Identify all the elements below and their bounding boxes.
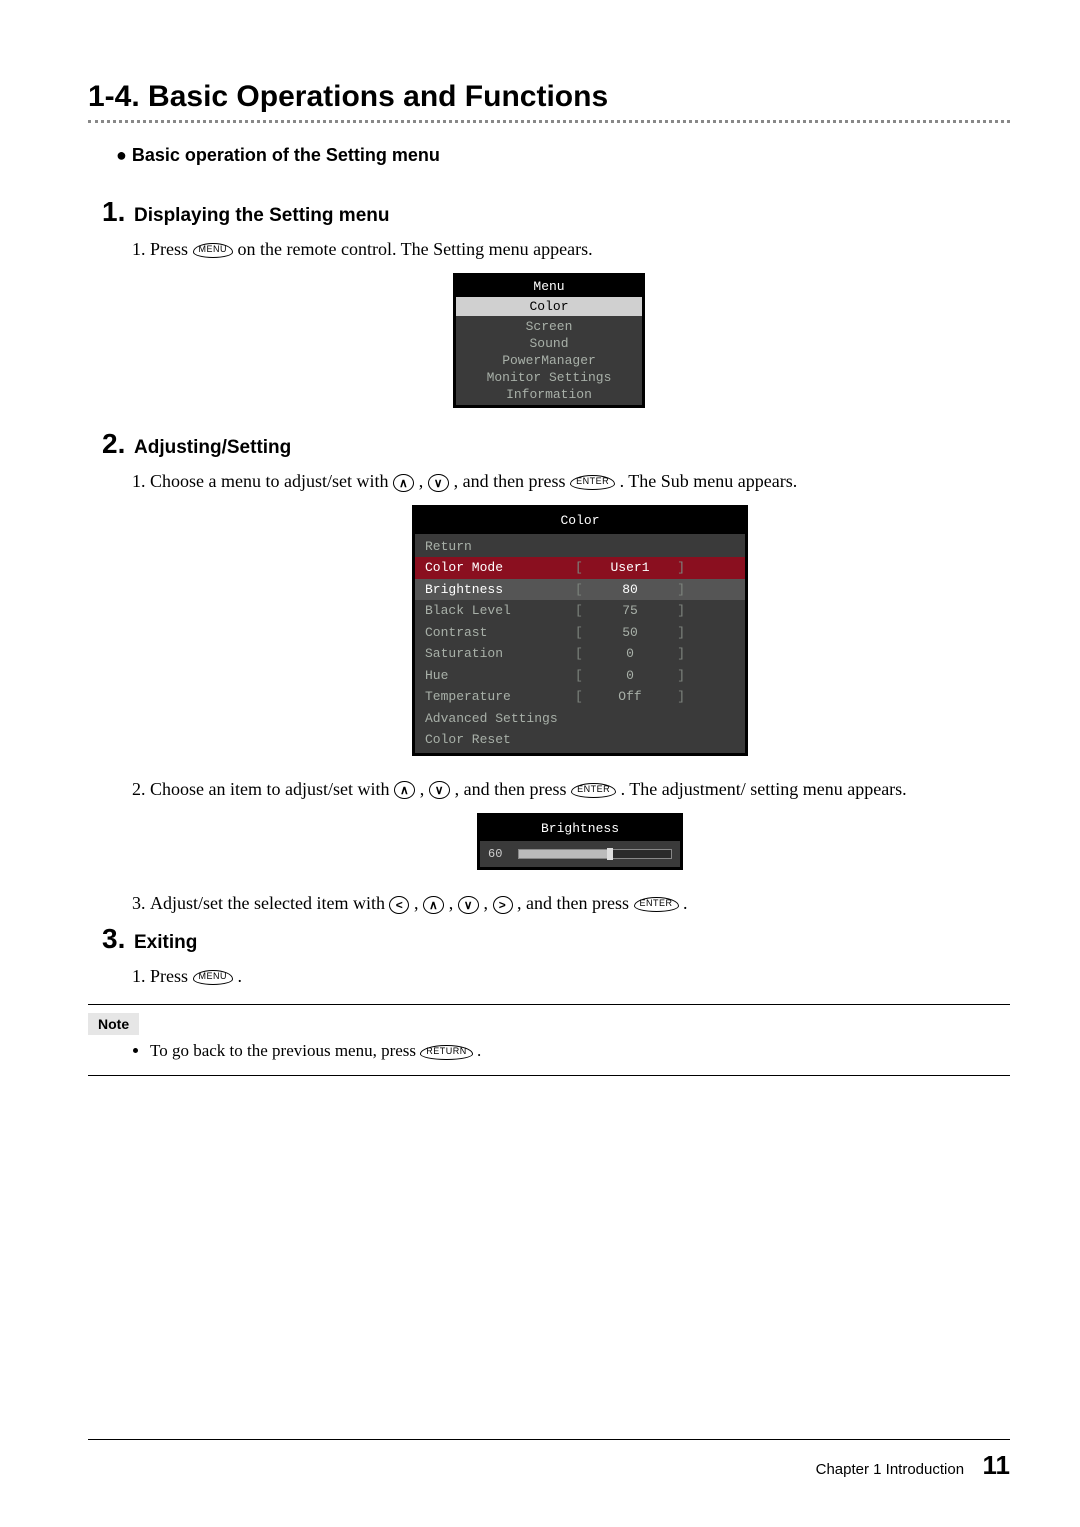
step2-title: Adjusting/Setting xyxy=(134,437,291,458)
osd-main-item: Screen xyxy=(456,318,642,335)
text: , and then press xyxy=(517,893,633,913)
note-bottom-rule xyxy=(88,1075,1010,1076)
osd-main-item: Sound xyxy=(456,335,642,352)
up-button-icon: ∧ xyxy=(423,896,444,914)
return-button-icon: RETURN xyxy=(420,1045,473,1060)
right-button-icon: > xyxy=(493,896,513,914)
up-button-icon: ∧ xyxy=(393,474,414,492)
step1-list: Press MENU on the remote control. The Se… xyxy=(150,236,1010,263)
enter-button-icon: ENTER xyxy=(571,783,616,798)
step2-item2: Choose an item to adjust/set with ∧ , ∨ … xyxy=(150,776,1010,871)
step-1: 1. Displaying the Setting menu xyxy=(102,196,1010,228)
osd-color-row: Brightness[80] xyxy=(415,579,745,601)
footer-chapter: Chapter 1 Introduction xyxy=(816,1461,964,1478)
osd-brightness-value: 60 xyxy=(488,845,512,863)
osd-main-item: PowerManager xyxy=(456,352,642,369)
section-title-text: Basic Operations and Functions xyxy=(148,80,608,113)
step-2: 2. Adjusting/Setting xyxy=(102,428,1010,460)
osd-main-selected: Color xyxy=(456,297,642,316)
note-item: To go back to the previous menu, press R… xyxy=(150,1041,1010,1061)
osd-color-row: Saturation[0] xyxy=(415,643,745,665)
section-title: 1-4. Basic Operations and Functions xyxy=(88,80,1010,114)
text: , and then press xyxy=(454,471,570,491)
text: . The Sub menu appears. xyxy=(620,471,798,491)
osd-main-item: Monitor Settings xyxy=(456,369,642,386)
osd-brightness-fill xyxy=(519,850,610,858)
note-label: Note xyxy=(88,1013,139,1035)
osd-color-row: Color Reset xyxy=(415,729,745,751)
text: , xyxy=(420,779,429,799)
enter-button-icon: ENTER xyxy=(570,475,615,490)
step3-list: Press MENU . xyxy=(150,963,1010,990)
note-list: To go back to the previous menu, press R… xyxy=(92,1041,1010,1061)
down-button-icon: ∨ xyxy=(428,474,449,492)
down-button-icon: ∨ xyxy=(429,781,450,799)
osd-main-menu: Menu Color Screen Sound PowerManager Mon… xyxy=(453,273,645,408)
osd-color-row: Temperature[Off] xyxy=(415,686,745,708)
note-top-rule xyxy=(88,1004,1010,1005)
text: , xyxy=(449,893,458,913)
osd-color-row: Color Mode[User1] xyxy=(415,557,745,579)
page-footer: Chapter 1 Introduction 11 xyxy=(88,1439,1010,1481)
step3-item1: Press MENU . xyxy=(150,963,1010,990)
text: To go back to the previous menu, press xyxy=(150,1041,420,1060)
text: , xyxy=(414,893,423,913)
text: . xyxy=(683,893,688,913)
dotted-rule xyxy=(88,120,1010,123)
down-button-icon: ∨ xyxy=(458,896,479,914)
step1-item1: Press MENU on the remote control. The Se… xyxy=(150,236,1010,263)
osd-color-row: Contrast[50] xyxy=(415,622,745,644)
step2-list: Choose a menu to adjust/set with ∧ , ∨ ,… xyxy=(150,468,1010,917)
step1-number: 1. xyxy=(102,196,130,228)
osd-brightness-knob xyxy=(607,848,613,860)
menu-button-icon: MENU xyxy=(193,970,234,985)
text: , xyxy=(419,471,428,491)
osd-main-title: Menu xyxy=(456,276,642,297)
text: Choose an item to adjust/set with xyxy=(150,779,394,799)
osd-color-menu: Color ReturnColor Mode[User1]Brightness[… xyxy=(412,505,748,756)
osd-brightness: Brightness 60 xyxy=(477,813,683,871)
left-button-icon: < xyxy=(389,896,409,914)
text: on the remote control. The Setting menu … xyxy=(238,239,593,259)
section-number: 1-4. xyxy=(88,80,140,113)
note-box: Note To go back to the previous menu, pr… xyxy=(88,1013,1010,1061)
step3-title: Exiting xyxy=(134,932,197,953)
enter-button-icon: ENTER xyxy=(634,897,679,912)
text: Adjust/set the selected item with xyxy=(150,893,389,913)
osd-color-row: Advanced Settings xyxy=(415,708,745,730)
step3-number: 3. xyxy=(102,923,130,955)
text: , and then press xyxy=(455,779,571,799)
osd-main-item: Information xyxy=(456,386,642,403)
menu-button-icon: MENU xyxy=(193,243,234,258)
text: , xyxy=(484,893,493,913)
text: . The adjustment/ setting menu appears. xyxy=(621,779,907,799)
footer-page-number: 11 xyxy=(983,1450,1011,1481)
osd-brightness-track xyxy=(518,849,672,859)
text: Press xyxy=(150,966,193,986)
text: Choose a menu to adjust/set with xyxy=(150,471,393,491)
text: . xyxy=(238,966,243,986)
step1-title: Displaying the Setting menu xyxy=(134,205,389,226)
text: Press xyxy=(150,239,193,259)
osd-color-title: Color xyxy=(415,508,745,534)
text: . xyxy=(477,1041,481,1060)
bullet-heading: Basic operation of the Setting menu xyxy=(116,145,1010,166)
step2-number: 2. xyxy=(102,428,130,460)
up-button-icon: ∧ xyxy=(394,781,415,799)
step-3: 3. Exiting xyxy=(102,923,1010,955)
step2-item3: Adjust/set the selected item with < , ∧ … xyxy=(150,890,1010,917)
step2-item1: Choose a menu to adjust/set with ∧ , ∨ ,… xyxy=(150,468,1010,756)
osd-color-row: Hue[0] xyxy=(415,665,745,687)
osd-brightness-title: Brightness xyxy=(480,816,680,842)
osd-color-row: Black Level[75] xyxy=(415,600,745,622)
osd-color-return: Return xyxy=(415,536,745,558)
